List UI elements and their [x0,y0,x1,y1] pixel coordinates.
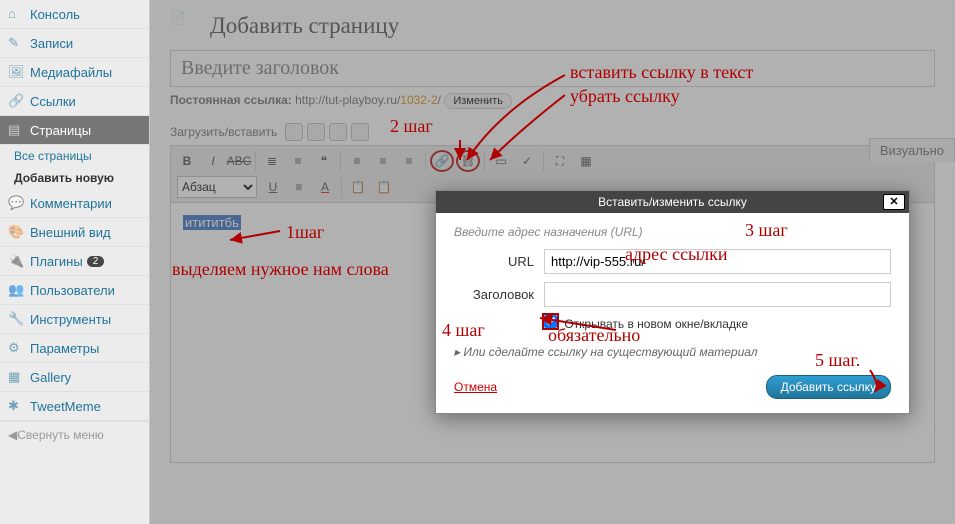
gallery-icon: ▦ [8,369,24,385]
tools-icon: 🔧 [8,311,24,327]
sidebar-item-tools[interactable]: 🔧Инструменты [0,305,149,334]
dialog-hint: Введите адрес назначения (URL) [454,225,891,239]
link-icon: 🔗 [8,93,24,109]
collapse-icon: ◀ [8,428,17,442]
tweet-icon: ✱ [8,398,24,414]
appearance-icon: 🎨 [8,224,24,240]
sidebar-item-posts[interactable]: ✎Записи [0,29,149,58]
page-icon: ▤ [8,122,24,138]
sidebar-item-tweetmeme[interactable]: ✱TweetMeme [0,392,149,421]
dialog-expand[interactable]: Или сделайте ссылку на существующий мате… [454,345,891,359]
newtab-checkbox[interactable] [544,315,557,328]
dialog-close-button[interactable]: ✕ [883,194,905,210]
sidebar-item-pages[interactable]: ▤Страницы [0,116,149,145]
sidebar-item-gallery[interactable]: ▦Gallery [0,363,149,392]
collapse-menu[interactable]: ◀Свернуть меню [0,421,149,448]
dashboard-icon: ⌂ [8,6,24,22]
newtab-label: Открывать в новом окне/вкладке [564,317,748,331]
sidebar-sub-all-pages[interactable]: Все страницы [0,145,149,167]
admin-sidebar: ⌂Консоль ✎Записи 🖼Медиафайлы 🔗Ссылки ▤Ст… [0,0,150,524]
comment-icon: 💬 [8,195,24,211]
settings-icon: ⚙ [8,340,24,356]
pin-icon: ✎ [8,35,24,51]
dialog-title: Вставить/изменить ссылку ✕ [436,191,909,213]
dialog-submit[interactable]: Добавить ссылку [766,375,891,399]
sidebar-item-settings[interactable]: ⚙Параметры [0,334,149,363]
sidebar-item-console[interactable]: ⌂Консоль [0,0,149,29]
sidebar-sub-add-new[interactable]: Добавить новую [0,167,149,189]
sidebar-item-comments[interactable]: 💬Комментарии [0,189,149,218]
link-title-label: Заголовок [454,287,534,302]
plugin-badge: 2 [87,256,105,267]
plugin-icon: 🔌 [8,253,24,269]
url-label: URL [454,254,534,269]
dialog-cancel[interactable]: Отмена [454,380,497,394]
sidebar-item-appearance[interactable]: 🎨Внешний вид [0,218,149,247]
users-icon: 👥 [8,282,24,298]
sidebar-item-links[interactable]: 🔗Ссылки [0,87,149,116]
link-dialog: Вставить/изменить ссылку ✕ Введите адрес… [435,190,910,414]
sidebar-item-media[interactable]: 🖼Медиафайлы [0,58,149,87]
url-input[interactable] [544,249,891,274]
sidebar-item-users[interactable]: 👥Пользователи [0,276,149,305]
link-title-input[interactable] [544,282,891,307]
sidebar-item-plugins[interactable]: 🔌Плагины2 [0,247,149,276]
media-icon: 🖼 [8,64,24,80]
